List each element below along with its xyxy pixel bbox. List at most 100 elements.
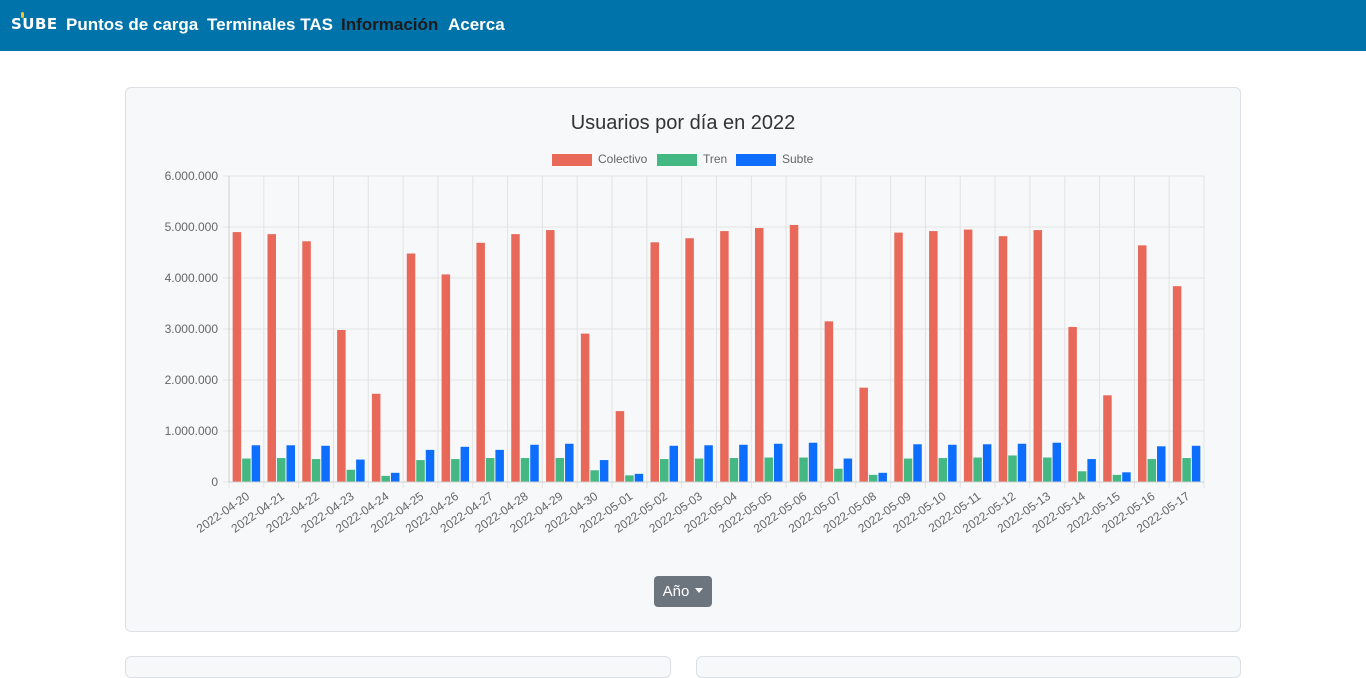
bar-tren — [660, 459, 669, 482]
bar-subte — [356, 459, 365, 482]
bar-tren — [416, 460, 425, 482]
bar-tren — [1043, 457, 1052, 482]
bar-tren — [625, 475, 634, 482]
bar-tren — [1077, 471, 1087, 482]
bar-tren — [590, 470, 599, 482]
bar-tren — [973, 457, 982, 482]
bar-colectivo — [337, 330, 346, 482]
bar-tren — [764, 457, 773, 482]
bar-subte — [1052, 442, 1062, 482]
bar-colectivo — [441, 274, 451, 482]
bar-colectivo — [1068, 326, 1077, 482]
bar-colectivo — [267, 234, 276, 482]
bar-tren — [485, 458, 495, 482]
bar-colectivo — [754, 228, 764, 482]
bar-subte — [808, 442, 818, 482]
bar-subte — [1191, 445, 1201, 482]
bar-tren — [694, 458, 704, 482]
bar-subte — [321, 445, 330, 482]
bar-subte — [913, 444, 922, 482]
bar-subte — [1017, 443, 1027, 482]
bar-subte — [634, 473, 644, 482]
secondary-card-left — [125, 656, 671, 678]
bar-subte — [599, 460, 609, 482]
y-tick-label: 6.000.000 — [165, 169, 219, 183]
bar-subte — [495, 449, 504, 482]
bar-subte — [773, 443, 783, 482]
bar-tren — [834, 468, 843, 482]
bar-subte — [425, 449, 435, 482]
y-tick-label: 4.000.000 — [165, 271, 219, 285]
bar-tren — [346, 469, 356, 482]
bar-subte — [1087, 459, 1096, 482]
bar-colectivo — [894, 232, 903, 482]
y-tick-label: 5.000.000 — [165, 220, 219, 234]
bar-colectivo — [511, 234, 520, 482]
bar-colectivo — [371, 393, 381, 482]
y-tick-label: 3.000.000 — [165, 322, 219, 336]
bar-subte — [1157, 446, 1166, 482]
bar-tren — [799, 457, 808, 482]
bar-subte — [390, 472, 400, 482]
bar-colectivo — [546, 230, 555, 482]
bar-tren — [729, 458, 739, 482]
bar-subte — [878, 472, 887, 482]
legend-label-colectivo: Colectivo — [598, 152, 648, 166]
y-tick-label: 0 — [211, 475, 218, 489]
bar-colectivo — [685, 238, 694, 482]
bar-tren — [1147, 459, 1157, 482]
bar-subte — [565, 443, 574, 482]
bar-subte — [982, 444, 992, 482]
bar-subte — [251, 445, 261, 482]
bar-tren — [555, 458, 565, 482]
bar-tren — [242, 458, 251, 482]
bar-tren — [1008, 455, 1017, 482]
usuarios-chart: Usuarios por día en 2022 Colectivo Tren Sub… — [165, 112, 1205, 536]
bar-subte — [1122, 472, 1131, 482]
y-tick-label: 2.000.000 — [165, 373, 219, 387]
bar-tren — [1112, 474, 1122, 482]
bar-subte — [669, 445, 679, 482]
bar-colectivo — [929, 231, 938, 482]
bar-colectivo — [232, 232, 242, 482]
legend-swatch-tren — [657, 154, 697, 166]
bar-colectivo — [476, 242, 485, 482]
bar-subte — [530, 444, 539, 482]
bar-subte — [843, 458, 853, 482]
bar-colectivo — [859, 387, 868, 482]
bar-colectivo — [650, 242, 660, 482]
dropdown-label: Año — [662, 583, 690, 600]
bar-tren — [868, 474, 878, 482]
bar-tren — [311, 459, 321, 482]
caret-down-icon — [695, 588, 704, 593]
bar-colectivo — [1138, 245, 1147, 482]
bar-colectivo — [1103, 395, 1112, 482]
bar-colectivo — [720, 231, 729, 482]
legend-label-subte: Subte — [782, 152, 814, 166]
y-tick-label: 1.000.000 — [165, 424, 219, 438]
bar-colectivo — [302, 241, 311, 482]
bar-tren — [1182, 458, 1191, 482]
bar-tren — [451, 459, 460, 482]
bar-colectivo — [615, 411, 625, 482]
bar-tren — [903, 458, 913, 482]
legend-label-tren: Tren — [703, 152, 727, 166]
bar-subte — [948, 444, 957, 482]
bar-subte — [460, 446, 470, 482]
bar-tren — [276, 458, 286, 482]
year-dropdown-button[interactable]: Año — [654, 576, 712, 607]
legend-swatch-subte — [736, 154, 776, 166]
bar-colectivo — [406, 253, 416, 482]
bar-colectivo — [789, 224, 799, 482]
bar-colectivo — [963, 229, 973, 482]
bar-colectivo — [824, 321, 834, 482]
bar-subte — [286, 445, 295, 482]
legend-swatch-colectivo — [552, 154, 592, 166]
bar-colectivo — [998, 236, 1008, 482]
bar-subte — [704, 445, 713, 482]
bar-colectivo — [580, 333, 590, 482]
bar-colectivo — [1033, 230, 1043, 482]
bar-subte — [739, 444, 748, 482]
bar-colectivo — [1172, 286, 1182, 482]
bar-tren — [938, 458, 948, 482]
